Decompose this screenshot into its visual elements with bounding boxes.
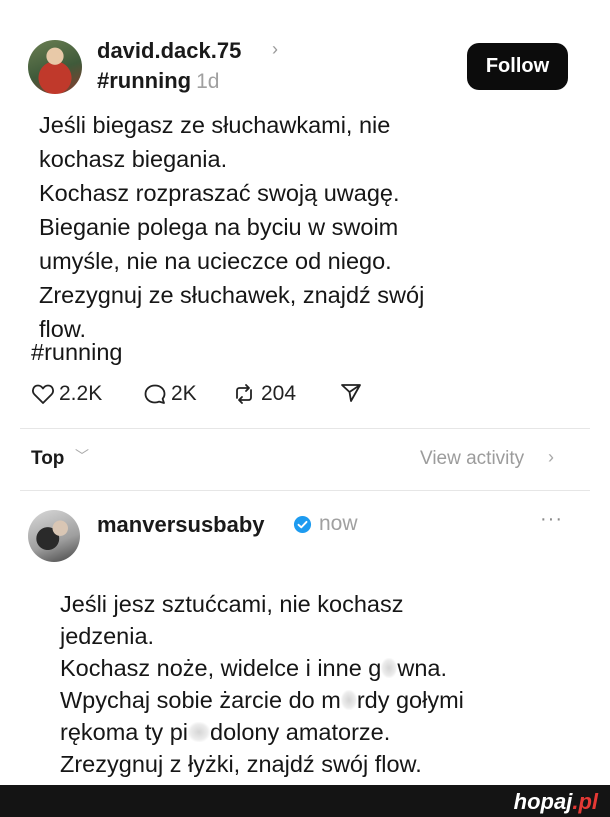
reply-avatar[interactable] [28,510,80,562]
follow-button[interactable]: Follow [467,43,568,90]
reply-text-part: Kochasz noże, widelce i inne g [60,655,382,681]
verified-icon [293,515,312,534]
reply-line: Kochasz noże, widelce i inne g wna. [60,652,464,684]
censor-blur [381,658,398,678]
chevron-right-icon[interactable]: › [272,39,278,60]
repost-count: 204 [261,382,297,405]
comment-icon [144,384,166,404]
reply-line: Zrezygnuj z łyżki, znajdź swój flow. [60,751,422,777]
reply-text-part: rękoma ty pi [60,719,188,745]
post-body: Jeśli biegasz ze słuchawkami, nie kochas… [39,108,424,346]
reply-line: Wpychaj sobie żarcie do m rdy gołymi [60,684,464,716]
reply-line: Jeśli jesz sztućcami, nie kochasz [60,591,404,617]
post-line: Bieganie polega na byciu w swoim [39,214,399,240]
post-line: umyśle, nie na ucieczce od niego. [39,248,392,274]
divider [20,428,590,429]
censor-blur [340,690,357,710]
reply-body: Jeśli jesz sztućcami, nie kochasz jedzen… [60,588,464,780]
divider [20,490,590,491]
share-button[interactable] [339,382,367,404]
view-activity-link[interactable]: View activity [420,448,524,470]
repost-button[interactable]: 204 [231,382,296,406]
share-icon [341,384,361,402]
reply-text-part: Wpychaj sobie żarcie do m [60,687,341,713]
site-logo: hopaj.pl [514,789,598,815]
author-username[interactable]: david.dack.75 [97,38,241,64]
post-hashtag[interactable]: #running [31,339,122,366]
logo-suffix: .pl [572,789,598,814]
reply-line: rękoma ty pi dolony amatorze. [60,716,464,748]
post-line: Jeśli biegasz ze słuchawkami, nie [39,112,391,138]
post-line: Zrezygnuj ze słuchawek, znajdź swój [39,282,425,308]
reply-line: jedzenia. [60,623,155,649]
chevron-down-icon[interactable]: ﹀ [75,446,89,466]
comment-count: 2K [171,382,197,405]
sort-label[interactable]: Top [31,448,64,470]
like-count: 2.2K [59,382,103,405]
post-line: kochasz biegania. [39,146,228,172]
author-avatar[interactable] [28,40,82,94]
like-button[interactable]: 2.2K [31,382,102,406]
topic-tag[interactable]: #running [97,68,191,93]
comment-button[interactable]: 2K [143,382,197,406]
post-line: Kochasz rozpraszać swoją uwagę. [39,180,400,206]
reply-text-part: dolony amatorze. [210,719,391,745]
reply-time: now [319,512,358,535]
post-meta: #running 1d [97,68,219,94]
reply-text-part: rdy gołymi [356,687,464,713]
heart-icon [32,384,54,404]
reply-username[interactable]: manversusbaby [97,512,265,538]
repost-icon [236,384,252,404]
more-icon[interactable]: ··· [540,508,563,531]
logo-main: hopaj [513,789,573,814]
censor-blur [188,722,210,742]
watermark-bar: hopaj.pl [0,785,610,817]
reply-text-part: wna. [397,655,447,681]
chevron-right-icon[interactable]: › [548,447,554,468]
post-time: 1d [196,70,220,93]
